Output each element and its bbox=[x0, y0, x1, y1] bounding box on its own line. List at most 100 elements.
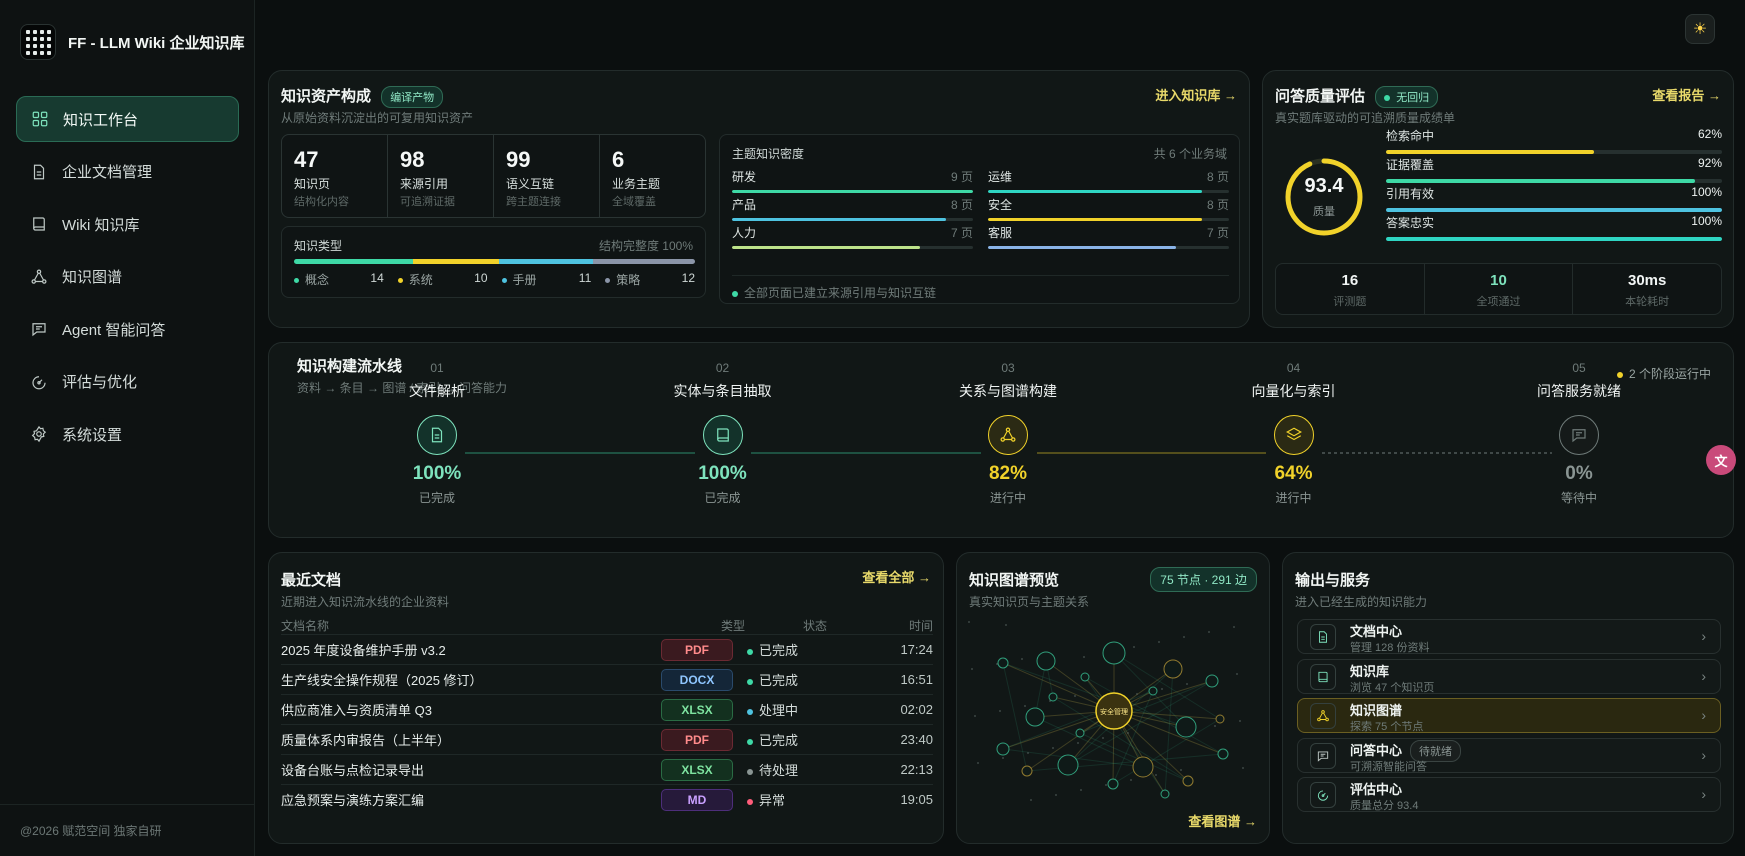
qa-summary: 16 评测题 10 全项通过 30ms 本轮耗时 bbox=[1275, 263, 1722, 315]
card-subtitle: 近期进入知识流水线的企业资料 bbox=[281, 595, 450, 609]
type-legend-item: 概念 14 bbox=[294, 271, 398, 288]
service-gauge[interactable]: 评估中心 质量总分 93.4 › bbox=[1297, 777, 1721, 812]
types-title: 知识类型 bbox=[294, 239, 343, 253]
enter-wiki-link[interactable]: 进入知识库 → bbox=[1155, 85, 1237, 104]
service-document[interactable]: 文档中心 管理 128 份资料 › bbox=[1297, 619, 1721, 654]
graph-node bbox=[1036, 651, 1056, 671]
types-meta: 结构完整度 100% bbox=[598, 239, 693, 253]
book-icon bbox=[33, 217, 45, 231]
status-badge: 编译产物 bbox=[381, 86, 444, 108]
sidebar-item-graph[interactable]: 知识图谱 bbox=[16, 254, 239, 300]
graph-node bbox=[1175, 716, 1197, 738]
qa-metric: 引用有效 100% bbox=[1386, 185, 1722, 212]
recent-docs-card: 最近文档 近期进入知识流水线的企业资料 查看全部 → 文档名称 类型 状态 时间… bbox=[268, 552, 944, 844]
sidebar: FF - LLM Wiki 企业知识库 知识工作台 企业文档管理 Wiki 知识… bbox=[0, 0, 255, 856]
type-segment-3 bbox=[592, 259, 695, 264]
graph-node bbox=[1075, 728, 1085, 738]
type-segment-1 bbox=[413, 259, 499, 264]
service-graph[interactable]: 知识图谱 探索 75 个节点 › bbox=[1297, 698, 1721, 733]
graph-node bbox=[1215, 714, 1225, 724]
sidebar-item-label: 评估与优化 bbox=[62, 374, 138, 391]
gear-icon bbox=[31, 425, 47, 443]
graph-node bbox=[1182, 775, 1194, 787]
card-subtitle: 从原始资料沉淀出的可复用知识资产 bbox=[281, 111, 474, 125]
service-book[interactable]: 知识库 浏览 47 个知识页 › bbox=[1297, 658, 1721, 694]
table-row[interactable]: 生产线安全操作规程（2025 修订） DOCX 已完成 16:51 bbox=[281, 664, 933, 694]
quality-score: 93.4 bbox=[1304, 175, 1344, 197]
table-row[interactable]: 供应商准入与资质清单 Q3 XLSX 处理中 02:02 bbox=[281, 694, 933, 724]
document-icon bbox=[1310, 624, 1336, 650]
graph-node bbox=[1107, 778, 1119, 790]
sidebar-item-wiki[interactable]: Wiki 知识库 bbox=[16, 201, 239, 247]
translate-icon[interactable]: 文 bbox=[1706, 445, 1736, 475]
app-title: FF - LLM Wiki 企业知识库 bbox=[68, 34, 245, 52]
graph-preview-card: 知识图谱预览 真实知识页与主题关系 75 节点 · 291 边 安全管理 查看图… bbox=[956, 552, 1270, 844]
graph-node bbox=[1021, 765, 1033, 777]
sidebar-item-evaluation[interactable]: 评估与优化 bbox=[16, 359, 239, 405]
card-subtitle: 真实题库驱动的可追溯质量成绩单 bbox=[1275, 111, 1456, 125]
graph-node bbox=[1217, 748, 1229, 760]
chevron-right-icon: › bbox=[1701, 786, 1706, 802]
table-row[interactable]: 应急预案与演练方案汇编 MD 异常 19:05 bbox=[281, 784, 933, 814]
sidebar-item-agent[interactable]: Agent 智能问答 bbox=[16, 306, 239, 352]
qa-metric: 证据覆盖 92% bbox=[1386, 156, 1722, 183]
view-report-link[interactable]: 查看报告 → bbox=[1652, 85, 1721, 104]
graph-center-label: 安全管理 bbox=[1100, 707, 1128, 716]
density-note: 全部页面已建立来源引用与知识互链 bbox=[732, 275, 1229, 301]
graph-node bbox=[996, 742, 1010, 756]
services-card: 输出与服务 进入已经生成的知识能力 文档中心 管理 128 份资料 › 知识库 浏览 4… bbox=[1282, 552, 1734, 844]
chevron-right-icon: › bbox=[1701, 746, 1706, 763]
chat-icon bbox=[32, 323, 46, 337]
density-item: 安全 8 页 bbox=[988, 196, 1229, 221]
qa-quality-card: 问答质量评估 无回归 真实题库驱动的可追溯质量成绩单 查看报告 → 93.4 质… bbox=[1262, 70, 1734, 328]
pipeline-card: 知识构建流水线 资料 → 条目 → 图谱 / 索引 → 问答能力 2 个阶段运行… bbox=[268, 342, 1734, 538]
card-subtitle: 真实知识页与主题关系 bbox=[969, 595, 1090, 609]
card-title: 输出与服务 bbox=[1295, 572, 1371, 589]
qa-metric: 检索命中 62% bbox=[1386, 127, 1722, 154]
graph-icon bbox=[988, 415, 1028, 455]
knowledge-types-panel: 知识类型 结构完整度 100% 概念 14 系统 10 手册 11 策略 12 bbox=[281, 226, 706, 298]
graph-node bbox=[997, 657, 1009, 669]
types-stacked-bar bbox=[294, 259, 695, 264]
sidebar-item-label: Wiki 知识库 bbox=[62, 216, 140, 234]
service-chat[interactable]: 问答中心 待就绪 可溯源智能问答 › bbox=[1297, 737, 1721, 773]
pipeline-step[interactable]: 01 文件解析 100% 已完成 bbox=[367, 361, 507, 506]
sidebar-nav: 知识工作台 企业文档管理 Wiki 知识库 知识图谱 Agent 智能问答 评估… bbox=[16, 96, 239, 464]
density-item: 人力 7 页 bbox=[732, 224, 973, 249]
graph-icon bbox=[1310, 703, 1336, 729]
quality-score-label: 质量 bbox=[1313, 206, 1335, 218]
summary-questions: 16 评测题 bbox=[1276, 264, 1425, 314]
brand[interactable]: FF - LLM Wiki 企业知识库 bbox=[20, 24, 245, 60]
note-dot bbox=[732, 290, 738, 297]
pipeline-step[interactable]: 04 向量化与索引 64% 进行中 bbox=[1224, 361, 1364, 506]
book-icon bbox=[702, 415, 743, 455]
card-title: 问答质量评估 无回归 bbox=[1275, 85, 1439, 108]
table-row[interactable]: 质量体系内审报告（上半年） PDF 已完成 23:40 bbox=[281, 724, 933, 754]
graph-count-badge: 75 节点 · 291 边 bbox=[1150, 567, 1257, 592]
sidebar-item-settings[interactable]: 系统设置 bbox=[16, 411, 239, 457]
types-legend: 概念 14 系统 10 手册 11 策略 12 bbox=[294, 271, 695, 288]
theme-toggle-button[interactable]: ☀ bbox=[1685, 14, 1715, 44]
grid-icon bbox=[32, 111, 48, 127]
pipeline-step[interactable]: 05 问答服务就绪 0% 等待中 bbox=[1509, 361, 1649, 506]
sun-icon: ☀ bbox=[1692, 21, 1708, 38]
density-item: 客服 7 页 bbox=[988, 224, 1229, 249]
pipeline-step[interactable]: 02 实体与条目抽取 100% 已完成 bbox=[653, 361, 793, 506]
pipeline-step[interactable]: 03 关系与图谱构建 82% 进行中 bbox=[938, 361, 1078, 506]
sidebar-item-documents[interactable]: 企业文档管理 bbox=[16, 149, 239, 195]
graph-node bbox=[1132, 756, 1154, 778]
layers-icon bbox=[1273, 415, 1314, 455]
sidebar-item-workbench[interactable]: 知识工作台 bbox=[16, 96, 239, 142]
sidebar-item-label: Agent 智能问答 bbox=[62, 321, 166, 339]
table-row[interactable]: 设备台账与点检记录导出 XLSX 待处理 22:13 bbox=[281, 754, 933, 784]
graph-canvas[interactable]: 安全管理 bbox=[965, 619, 1263, 805]
gauge-icon bbox=[32, 375, 46, 389]
view-all-link[interactable]: 查看全部 → bbox=[862, 567, 931, 586]
type-legend-item: 策略 12 bbox=[605, 271, 695, 288]
table-row[interactable]: 2025 年度设备维护手册 v3.2 PDF 已完成 17:24 bbox=[281, 634, 933, 664]
document-icon bbox=[417, 415, 457, 455]
density-item: 运维 8 页 bbox=[988, 168, 1229, 193]
view-graph-link[interactable]: 查看图谱 → bbox=[1188, 811, 1257, 830]
gauge-icon bbox=[1310, 782, 1336, 808]
chevron-right-icon: › bbox=[1701, 667, 1706, 684]
